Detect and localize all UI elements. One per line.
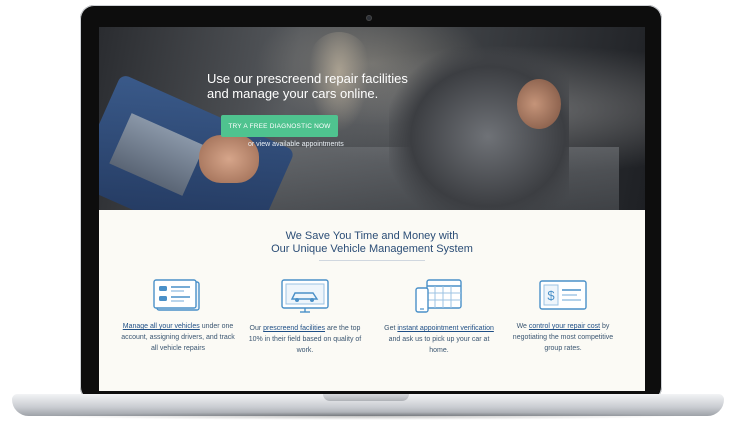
feature-text-manage-vehicles: Manage all your vehicles under one accou… <box>118 321 238 354</box>
hero-title: Use our prescreend repair facilities and… <box>207 71 467 101</box>
car-monitor-icon <box>281 279 329 313</box>
feature-appointment-verification: Get instant appointment verification and… <box>379 278 499 356</box>
feature-2-text-before: Our <box>249 325 264 332</box>
feature-text-appointment-verification: Get instant appointment verification and… <box>379 323 499 356</box>
hero-photo-mechanic-head <box>517 79 561 129</box>
svg-text:$: $ <box>547 288 555 303</box>
feature-3-text-after: and ask us to pick up your car at home. <box>388 336 490 354</box>
manage-vehicles-link[interactable]: Manage all your vehicles <box>123 323 200 330</box>
feature-prescreened-facilities: Our prescreend facilities are the top 10… <box>245 278 365 356</box>
section-title-line-1: We Save You Time and Money with <box>285 230 459 242</box>
feature-text-prescreened-facilities: Our prescreend facilities are the top 10… <box>245 323 365 356</box>
features-section: We Save You Time and Money with Our Uniq… <box>99 210 645 391</box>
vehicle-list-icon <box>153 279 200 311</box>
feature-3-text-before: Get <box>384 325 398 332</box>
hero-title-line-1: Use our prescreend repair facilities <box>207 71 408 86</box>
prescreened-facilities-link[interactable]: prescreend facilities <box>263 325 325 332</box>
section-divider <box>319 260 425 261</box>
feature-control-cost: $ We control your repair cost by negotia… <box>503 278 623 354</box>
dollar-card-icon: $ <box>539 280 587 310</box>
section-title-line-2: Our Unique Vehicle Management System <box>271 243 473 255</box>
section-title: We Save You Time and Money with Our Uniq… <box>99 230 645 256</box>
control-cost-link[interactable]: control your repair cost <box>529 323 600 330</box>
feature-text-control-cost: We control your repair cost by negotiati… <box>503 321 623 354</box>
calendar-phone-icon <box>415 279 462 313</box>
hero-title-line-2: and manage your cars online. <box>207 86 379 101</box>
laptop-shadow <box>40 412 690 420</box>
camera-icon <box>366 15 372 21</box>
appointment-verification-link[interactable]: instant appointment verification <box>397 325 494 332</box>
laptop-notch <box>323 394 409 401</box>
feature-4-text-before: We <box>516 323 529 330</box>
free-diagnostic-button[interactable]: TRY A FREE DIAGNOSTIC NOW <box>221 115 338 137</box>
hero-banner: Use our prescreend repair facilities and… <box>99 27 645 210</box>
view-appointments-link[interactable]: or view available appointments <box>248 141 344 148</box>
laptop-screen: Use our prescreend repair facilities and… <box>99 27 645 391</box>
feature-manage-vehicles: Manage all your vehicles under one accou… <box>118 278 238 354</box>
